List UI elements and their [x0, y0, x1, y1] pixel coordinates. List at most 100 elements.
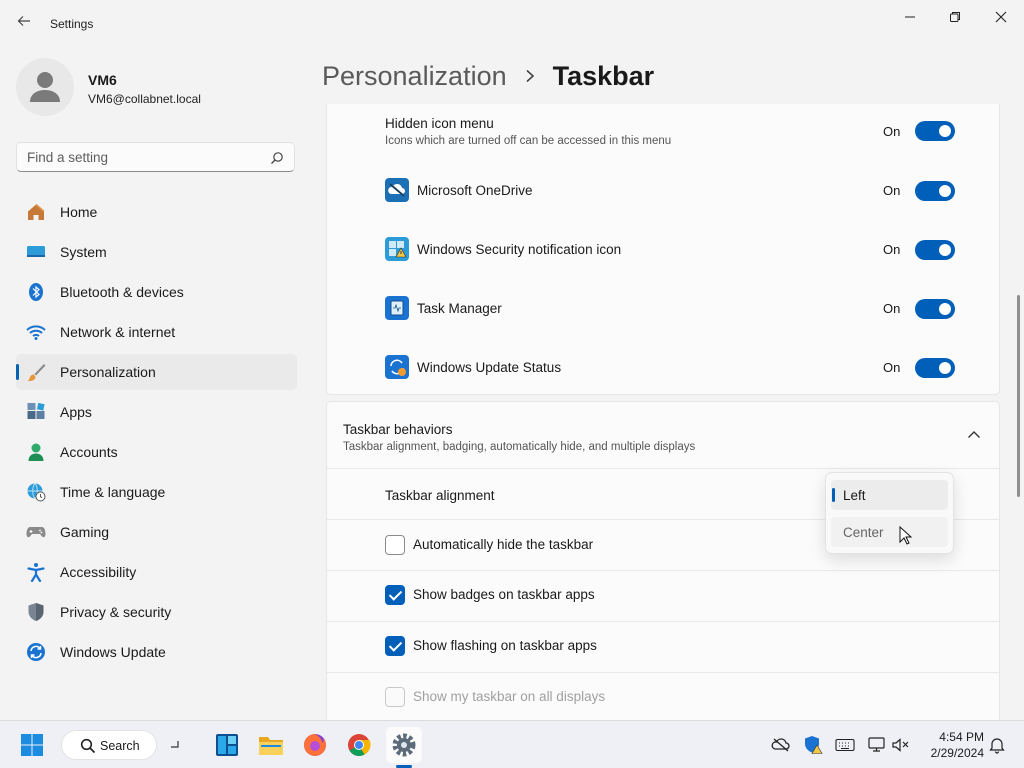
network-tray-button[interactable]: [867, 735, 887, 755]
chrome-button[interactable]: [345, 731, 373, 759]
onedrive-row: Microsoft OneDrive On: [327, 161, 999, 220]
sidebar-nav: Home System Bluetooth & devices Network …: [16, 194, 297, 674]
search-input[interactable]: [17, 143, 294, 171]
windows-update-status-label: Windows Update Status: [417, 360, 562, 375]
gamepad-icon: [26, 522, 46, 542]
sidebar-item-system[interactable]: System: [16, 234, 297, 270]
sidebar-item-label: Home: [60, 204, 98, 220]
widgets-button[interactable]: [213, 731, 241, 759]
onedrive-toggle[interactable]: [915, 181, 955, 201]
accessibility-icon: [26, 562, 46, 582]
page-title: Taskbar: [552, 60, 655, 91]
clock-time: 4:54 PM: [939, 730, 984, 744]
system-clock[interactable]: 4:54 PM 2/29/2024: [920, 729, 984, 761]
volume-tray-button[interactable]: [891, 735, 911, 755]
task-manager-toggle[interactable]: [915, 299, 955, 319]
show-flashing-checkbox[interactable]: [385, 636, 405, 656]
update-status-icon: [385, 355, 409, 379]
taskbar-alignment-dropdown: Left Center: [825, 472, 954, 554]
breadcrumb-parent[interactable]: Personalization: [322, 61, 507, 92]
windows-security-toggle[interactable]: [915, 240, 955, 260]
chevron-up-icon[interactable]: [967, 430, 981, 440]
settings-search-box[interactable]: [16, 142, 295, 172]
bell-icon: [989, 738, 1005, 754]
sidebar-item-home[interactable]: Home: [16, 194, 297, 230]
toggle-state-label: On: [883, 183, 901, 198]
avatar: [16, 58, 74, 116]
network-wired-icon: [868, 737, 885, 752]
hidden-icon-menu-row: Hidden icon menu Icons which are turned …: [327, 104, 999, 161]
onedrive-tray-button[interactable]: [771, 735, 791, 755]
security-warning-icon: [805, 736, 823, 754]
user-email: VM6@collabnet.local: [88, 92, 201, 106]
search-icon: [271, 152, 283, 164]
windows-update-status-toggle[interactable]: [915, 358, 955, 378]
all-displays-checkbox[interactable]: [385, 687, 405, 707]
task-view-icon: [171, 741, 179, 748]
file-explorer-button[interactable]: [257, 731, 285, 759]
minimize-icon: [905, 16, 915, 18]
back-arrow-icon[interactable]: [14, 14, 34, 34]
sidebar-item-label: Time & language: [60, 484, 166, 500]
sidebar-item-personalization[interactable]: Personalization: [16, 354, 297, 390]
sidebar-item-label: Apps: [60, 404, 92, 420]
show-badges-checkbox[interactable]: [385, 585, 405, 605]
all-displays-row: Show my taskbar on all displays: [327, 673, 999, 720]
show-flashing-label: Show flashing on taskbar apps: [413, 638, 597, 653]
auto-hide-checkbox[interactable]: [385, 535, 405, 555]
sidebar-item-label: Windows Update: [60, 644, 166, 660]
sidebar-item-network[interactable]: Network & internet: [16, 314, 297, 350]
hidden-icon-menu-toggle[interactable]: [915, 121, 955, 141]
user-profile[interactable]: VM6 VM6@collabnet.local: [16, 58, 306, 118]
apps-icon: [26, 402, 46, 422]
keyboard-tray-button[interactable]: [835, 735, 855, 755]
taskbar-alignment-label: Taskbar alignment: [385, 488, 495, 503]
task-view-button[interactable]: [163, 731, 187, 759]
shield-icon: [26, 602, 46, 622]
start-button[interactable]: [18, 731, 46, 759]
firefox-button[interactable]: [301, 731, 329, 759]
taskbar-search-label: Search: [100, 739, 140, 753]
toggle-state-label: On: [883, 242, 901, 257]
onedrive-icon: [385, 178, 409, 202]
windows-security-label: Windows Security notification icon: [417, 242, 622, 257]
close-button[interactable]: [978, 6, 1024, 28]
auto-hide-label: Automatically hide the taskbar: [413, 537, 594, 552]
taskbar-search[interactable]: Search: [61, 730, 157, 760]
brush-icon: [26, 362, 46, 382]
task-manager-row: Task Manager On: [327, 279, 999, 338]
sidebar-item-label: Network & internet: [60, 324, 176, 340]
scrollbar-thumb[interactable]: [1017, 295, 1020, 497]
close-icon: [995, 11, 1007, 23]
home-icon: [26, 202, 46, 222]
search-icon: [80, 738, 96, 754]
sidebar-item-accounts[interactable]: Accounts: [16, 434, 297, 470]
sidebar-item-gaming[interactable]: Gaming: [16, 514, 297, 550]
taskbar-behaviors-header[interactable]: Taskbar behaviors Taskbar alignment, bad…: [327, 402, 999, 468]
restore-button[interactable]: [932, 6, 978, 28]
sidebar-item-time-language[interactable]: Time & language: [16, 474, 297, 510]
widgets-icon: [216, 734, 238, 756]
sidebar-item-windows-update[interactable]: Windows Update: [16, 634, 297, 670]
sidebar-item-bluetooth[interactable]: Bluetooth & devices: [16, 274, 297, 310]
show-badges-row: Show badges on taskbar apps: [327, 571, 999, 621]
sidebar-item-apps[interactable]: Apps: [16, 394, 297, 430]
windows-security-icon: [385, 237, 409, 261]
person-icon: [30, 72, 60, 102]
onedrive-label: Microsoft OneDrive: [417, 183, 533, 198]
dropdown-option-center[interactable]: Center: [831, 517, 948, 547]
sidebar-item-label: System: [60, 244, 107, 260]
sidebar-item-label: Gaming: [60, 524, 110, 540]
sidebar-item-accessibility[interactable]: Accessibility: [16, 554, 297, 590]
dropdown-option-left[interactable]: Left: [831, 480, 948, 510]
notifications-button[interactable]: [987, 735, 1007, 755]
hidden-icon-menu-card: Hidden icon menu Icons which are turned …: [326, 104, 1000, 395]
security-tray-button[interactable]: [803, 735, 823, 755]
settings-taskbar-button[interactable]: [390, 731, 418, 759]
minimize-button[interactable]: [887, 6, 933, 28]
task-manager-label: Task Manager: [417, 301, 502, 316]
sidebar-item-privacy-security[interactable]: Privacy & security: [16, 594, 297, 630]
accounts-icon: [26, 442, 46, 462]
clock-date: 2/29/2024: [930, 746, 984, 760]
show-badges-label: Show badges on taskbar apps: [413, 587, 595, 602]
